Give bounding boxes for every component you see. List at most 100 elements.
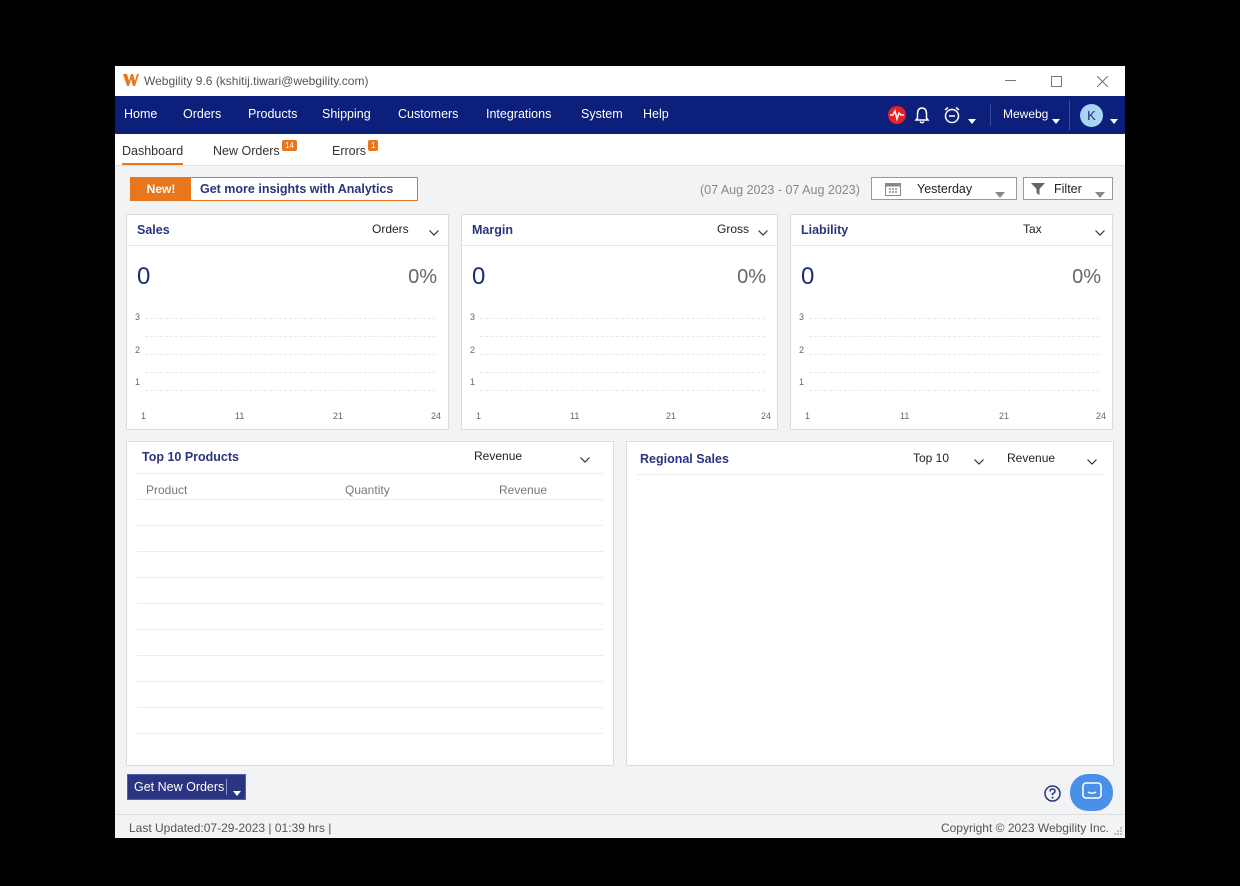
grid-line <box>145 390 436 391</box>
liability-card: Liability Tax 0 0% 3 2 1 1 11 21 24 <box>790 214 1113 430</box>
grid-line <box>809 336 1100 337</box>
x-tick-label: 11 <box>570 411 580 421</box>
bell-icon[interactable] <box>914 106 930 127</box>
filter-button[interactable]: Filter <box>1023 177 1113 200</box>
nav-help[interactable]: Help <box>643 107 669 121</box>
tab-errors[interactable]: Errors <box>332 144 366 158</box>
x-tick-label: 1 <box>141 411 147 421</box>
x-tick-label: 24 <box>761 411 772 421</box>
liability-metric-select[interactable]: Tax <box>1023 222 1042 236</box>
regional-metric-select[interactable]: Revenue <box>1007 451 1055 465</box>
avatar-caret-icon[interactable] <box>1110 113 1118 127</box>
chevron-down-icon[interactable] <box>1095 225 1105 239</box>
caret-down-icon[interactable] <box>233 785 241 799</box>
status-footer: Last Updated:07-29-2023 | 01:39 hrs | Co… <box>115 814 1125 838</box>
regional-sales-card: Regional Sales Top 10 Revenue <box>626 441 1114 766</box>
sales-metric-select[interactable]: Orders <box>372 222 409 236</box>
table-row <box>137 551 603 552</box>
card-header: Sales Orders <box>127 215 448 246</box>
title-bar: Webgility 9.6 (kshitij.tiwari@webgility.… <box>115 66 1125 96</box>
nav-customers[interactable]: Customers <box>398 107 458 121</box>
table-row <box>137 681 603 682</box>
chevron-down-icon[interactable] <box>758 225 768 239</box>
card-header: Top 10 Products Revenue <box>127 442 613 472</box>
x-tick-label: 11 <box>235 411 245 421</box>
alarm-clock-icon[interactable] <box>943 106 963 127</box>
card-header: Margin Gross <box>462 215 777 246</box>
top-products-metric-select[interactable]: Revenue <box>474 449 522 463</box>
card-percent: 0% <box>1072 266 1101 288</box>
column-header-revenue: Revenue <box>499 483 548 497</box>
account-selector[interactable]: Mewebg <box>1003 107 1048 121</box>
column-header-quantity: Quantity <box>345 483 390 497</box>
divider <box>137 473 603 474</box>
get-new-orders-button[interactable]: Get New Orders <box>127 774 246 800</box>
chevron-down-icon[interactable] <box>1087 454 1097 468</box>
analytics-promo-banner[interactable]: New! Get more insights with Analytics <box>130 177 418 201</box>
card-title: Regional Sales <box>640 452 729 466</box>
y-tick-label: 1 <box>799 377 805 387</box>
errors-count-badge: 1 <box>368 140 379 151</box>
avatar[interactable]: K <box>1080 104 1103 127</box>
grid-line <box>145 354 436 355</box>
get-new-orders-label: Get New Orders <box>134 780 225 794</box>
calendar-icon <box>885 182 901 199</box>
x-tick-label: 11 <box>900 411 910 421</box>
tab-new-orders[interactable]: New Orders <box>213 144 280 158</box>
x-tick-label: 1 <box>805 411 811 421</box>
date-range-select[interactable]: Yesterday <box>871 177 1017 200</box>
margin-metric-select[interactable]: Gross <box>717 222 749 236</box>
grid-line <box>480 354 765 355</box>
table-row <box>137 629 603 630</box>
grid-line <box>480 372 765 373</box>
y-tick-label: 1 <box>470 377 476 387</box>
maximize-button[interactable] <box>1033 66 1079 96</box>
y-tick-label: 3 <box>799 312 805 322</box>
chevron-down-icon <box>1095 187 1105 201</box>
help-icon[interactable] <box>1044 785 1061 805</box>
minimize-button[interactable] <box>987 66 1033 96</box>
x-tick-label: 1 <box>476 411 482 421</box>
resize-grip-icon[interactable] <box>1113 825 1123 838</box>
table-row <box>137 707 603 708</box>
nav-system[interactable]: System <box>581 107 623 121</box>
x-tick-label: 21 <box>333 411 344 421</box>
column-header-product: Product <box>146 483 188 497</box>
nav-products[interactable]: Products <box>248 107 297 121</box>
table-row <box>137 499 603 500</box>
card-value: 0 <box>472 263 486 290</box>
y-tick-label: 3 <box>135 312 141 322</box>
account-caret-icon[interactable] <box>1052 113 1060 127</box>
margin-card: Margin Gross 0 0% 3 2 1 1 11 21 24 <box>461 214 778 430</box>
grid-line <box>809 390 1100 391</box>
table-row <box>137 525 603 526</box>
chevron-down-icon[interactable] <box>974 454 984 468</box>
nav-orders[interactable]: Orders <box>183 107 221 121</box>
chevron-down-icon[interactable] <box>429 225 439 239</box>
x-tick-label: 21 <box>666 411 677 421</box>
grid-line <box>809 318 1100 319</box>
chevron-down-icon[interactable] <box>580 452 590 466</box>
table-row <box>137 655 603 656</box>
grid-line <box>480 390 765 391</box>
card-percent: 0% <box>408 266 437 288</box>
card-percent: 0% <box>737 266 766 288</box>
tab-dashboard[interactable]: Dashboard <box>122 144 184 165</box>
app-window: Webgility 9.6 (kshitij.tiwari@webgility.… <box>115 66 1125 838</box>
grid-line <box>480 318 765 319</box>
activity-monitor-icon[interactable] <box>888 106 906 127</box>
y-tick-label: 2 <box>799 345 805 355</box>
y-tick-label: 3 <box>470 312 476 322</box>
nav-integrations[interactable]: Integrations <box>486 107 551 121</box>
sales-card: Sales Orders 0 0% 3 2 1 1 11 21 24 <box>126 214 449 430</box>
copyright-text: Copyright © 2023 Webgility Inc. <box>940 821 1109 835</box>
analytics-promo-link[interactable]: Get more insights with Analytics <box>191 178 417 200</box>
y-tick-label: 1 <box>135 377 141 387</box>
nav-shipping[interactable]: Shipping <box>322 107 371 121</box>
chat-button[interactable] <box>1070 774 1113 811</box>
nav-home[interactable]: Home <box>124 107 157 121</box>
close-button[interactable] <box>1079 66 1125 96</box>
regional-top-select[interactable]: Top 10 <box>913 451 949 465</box>
alarm-dropdown-caret-icon[interactable] <box>968 113 976 127</box>
card-value: 0 <box>801 263 815 290</box>
